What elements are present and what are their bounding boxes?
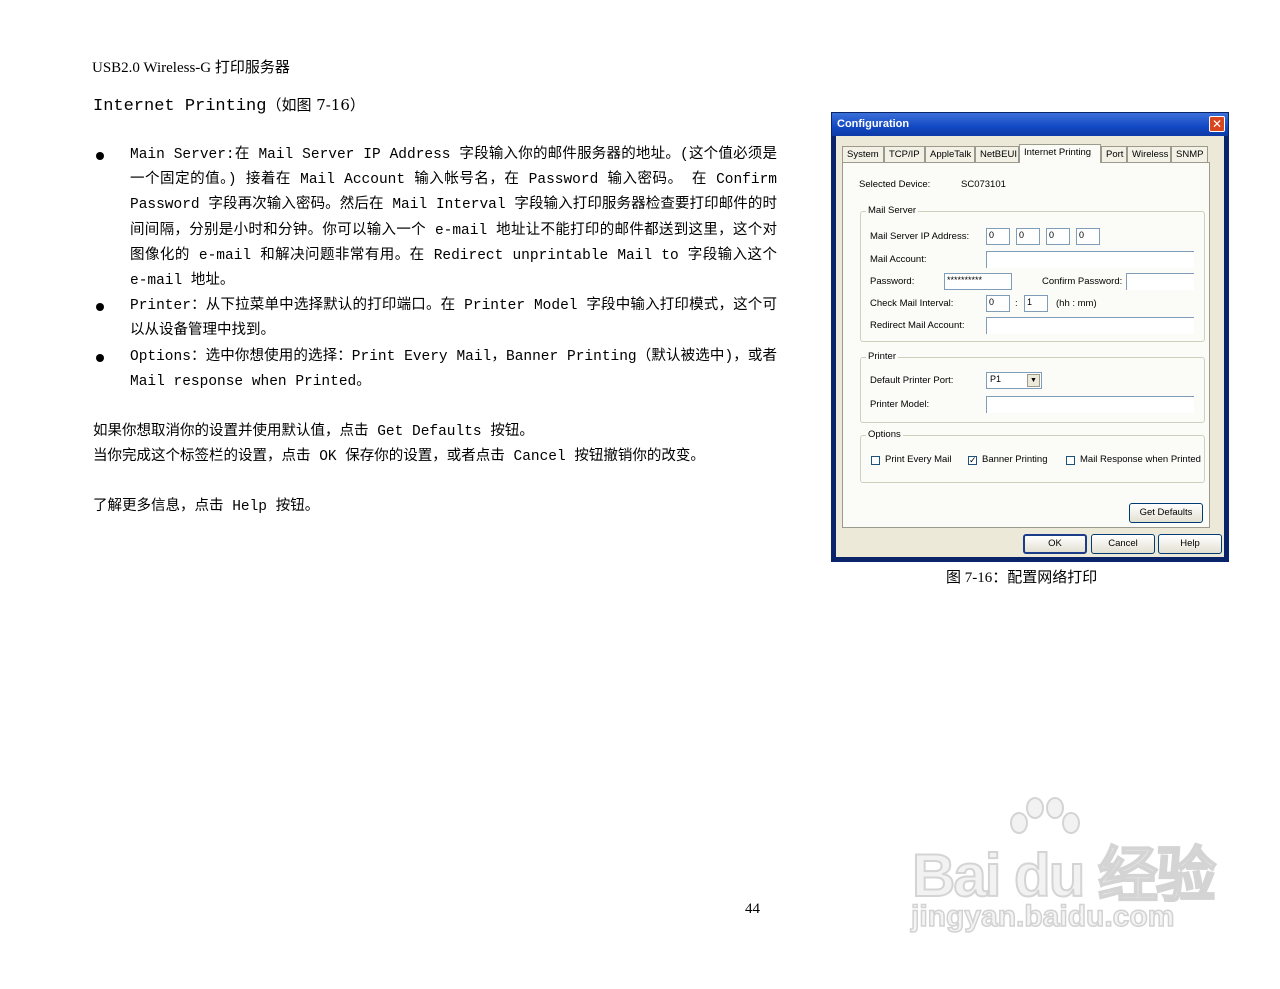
default-printer-port-label: Default Printer Port: bbox=[870, 375, 954, 386]
mail-server-group-label: Mail Server bbox=[866, 205, 919, 216]
mail-account-input[interactable] bbox=[986, 251, 1194, 268]
interval-hours-input[interactable]: 0 bbox=[986, 295, 1010, 312]
password-input[interactable]: ********** bbox=[944, 273, 1012, 290]
dialog-client: System TCP/IP AppleTalk NetBEUI Internet… bbox=[836, 136, 1224, 557]
printer-model-input[interactable] bbox=[986, 396, 1194, 413]
close-button[interactable]: ✕ bbox=[1209, 116, 1225, 132]
ip-octet-2[interactable]: 0 bbox=[1016, 228, 1040, 245]
selected-device-value: SC073101 bbox=[961, 179, 1006, 190]
default-printer-port-select[interactable]: P1 ▼ bbox=[986, 372, 1042, 389]
default-printer-port-value: P1 bbox=[990, 374, 1002, 384]
confirm-password-label: Confirm Password: bbox=[1042, 276, 1123, 287]
tab-appletalk[interactable]: AppleTalk bbox=[925, 146, 975, 162]
figure-reference: （如图 7-16） bbox=[266, 96, 365, 114]
banner-printing-checkbox[interactable]: ✓ bbox=[968, 456, 977, 465]
tab-tcpip[interactable]: TCP/IP bbox=[884, 146, 925, 162]
bullet-options: Options：选中你想使用的选择：Print Every Mail，Banne… bbox=[93, 345, 777, 395]
print-every-mail-checkbox[interactable] bbox=[871, 456, 880, 465]
body-text: Main Server:在 Mail Server IP Address 字段输… bbox=[93, 143, 777, 521]
ip-octet-4[interactable]: 0 bbox=[1076, 228, 1100, 245]
tab-internet-printing[interactable]: Internet Printing bbox=[1019, 144, 1101, 163]
password-label: Password: bbox=[870, 276, 915, 287]
ip-octet-3[interactable]: 0 bbox=[1046, 228, 1070, 245]
interval-separator: : bbox=[1015, 298, 1018, 309]
printer-group-label: Printer bbox=[866, 351, 898, 362]
tab-port[interactable]: Port bbox=[1101, 146, 1127, 162]
redirect-mail-account-label: Redirect Mail Account: bbox=[870, 320, 965, 331]
options-group-label: Options bbox=[866, 429, 903, 440]
redirect-mail-account-input[interactable] bbox=[986, 317, 1194, 334]
confirm-password-input[interactable] bbox=[1126, 273, 1194, 290]
ok-button[interactable]: OK bbox=[1023, 534, 1087, 554]
print-every-mail-label: Print Every Mail bbox=[885, 454, 952, 465]
page-number: 44 bbox=[745, 901, 760, 917]
bullet-printer: Printer：从下拉菜单中选择默认的打印端口。在 Printer Model … bbox=[93, 294, 777, 344]
mail-server-group: Mail Server Mail Server IP Address: 0 0 … bbox=[860, 205, 1205, 342]
get-defaults-button[interactable]: Get Defaults bbox=[1129, 503, 1203, 523]
tab-netbeui[interactable]: NetBEUI bbox=[975, 146, 1019, 162]
section-title: Internet Printing（如图 7-16） bbox=[93, 94, 365, 116]
chevron-down-icon[interactable]: ▼ bbox=[1027, 374, 1040, 387]
tab-wireless[interactable]: Wireless bbox=[1127, 146, 1171, 162]
figure-caption: 图 7-16：配置网络打印 bbox=[946, 570, 1098, 586]
bullet-main-server: Main Server:在 Mail Server IP Address 字段输… bbox=[93, 143, 777, 294]
mail-account-label: Mail Account: bbox=[870, 254, 927, 265]
baidu-watermark: Bai du 经验 jingyan.baidu.com bbox=[905, 795, 1225, 945]
paragraph-help: 了解更多信息，点击 Help 按钮。 bbox=[93, 499, 320, 516]
interval-minutes-input[interactable]: 1 bbox=[1024, 295, 1048, 312]
options-group: Options Print Every Mail ✓ Banner Printi… bbox=[860, 429, 1205, 483]
banner-printing-label: Banner Printing bbox=[982, 454, 1048, 465]
mail-response-when-printed-checkbox[interactable] bbox=[1066, 456, 1075, 465]
bullet-list: Main Server:在 Mail Server IP Address 字段输… bbox=[93, 143, 777, 395]
mail-response-when-printed-label: Mail Response when Printed bbox=[1080, 454, 1201, 465]
help-button[interactable]: Help bbox=[1158, 534, 1222, 554]
paragraph-ok-cancel: 当你完成这个标签栏的设置，点击 OK 保存你的设置，或者点击 Cancel 按钮… bbox=[93, 449, 705, 466]
printer-model-label: Printer Model: bbox=[870, 399, 930, 410]
check-mail-interval-label: Check Mail Interval: bbox=[870, 298, 954, 309]
paragraph-get-defaults: 如果你想取消你的设置并使用默认值，点击 Get Defaults 按钮。 bbox=[93, 424, 534, 441]
section-title-text: Internet Printing bbox=[93, 97, 267, 116]
mail-server-ip-label: Mail Server IP Address: bbox=[870, 231, 970, 242]
configuration-dialog: Configuration ✕ System TCP/IP AppleTalk … bbox=[831, 112, 1229, 562]
interval-unit-label: (hh : mm) bbox=[1056, 298, 1097, 309]
cancel-button[interactable]: Cancel bbox=[1091, 534, 1155, 554]
internet-printing-panel: Selected Device: SC073101 Mail Server Ma… bbox=[842, 162, 1210, 528]
tab-snmp[interactable]: SNMP bbox=[1171, 146, 1208, 162]
printer-group: Printer Default Printer Port: P1 ▼ Print… bbox=[860, 351, 1205, 423]
watermark-url: jingyan.baidu.com bbox=[910, 899, 1175, 934]
ip-octet-1[interactable]: 0 bbox=[986, 228, 1010, 245]
selected-device-label: Selected Device: bbox=[859, 179, 931, 190]
tab-system[interactable]: System bbox=[842, 146, 884, 162]
dialog-titlebar[interactable]: Configuration ✕ bbox=[832, 113, 1228, 136]
dialog-title: Configuration bbox=[837, 118, 910, 130]
page-header: USB2.0 Wireless-G 打印服务器 bbox=[92, 60, 290, 76]
